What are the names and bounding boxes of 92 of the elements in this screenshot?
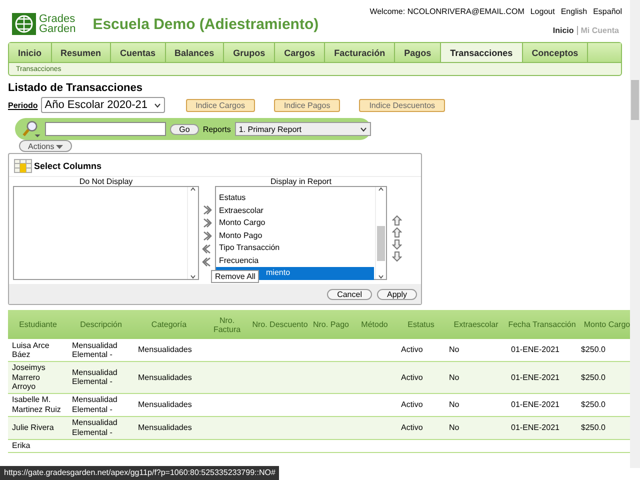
account-link[interactable]: Inicio — [550, 26, 578, 35]
table-cell: Isabelle M. Martinez Ruiz — [12, 395, 61, 414]
nav-tab[interactable]: Balances — [166, 43, 224, 62]
nav-tab[interactable]: Conceptos — [522, 43, 588, 62]
table-icon — [14, 159, 32, 173]
go-button[interactable]: Go — [170, 124, 199, 134]
reorder-arrow-icon[interactable] — [392, 251, 402, 262]
table-cell: Activo — [401, 345, 423, 354]
tooltip: Remove All — [211, 270, 260, 283]
nav-tab[interactable]: Transacciones — [441, 43, 523, 62]
reports-label: Reports — [202, 124, 231, 134]
table-cell: Mensualidad Elemental - — [72, 368, 118, 386]
logo-text: Grades — [39, 14, 76, 24]
index-button[interactable]: Indice Pagos — [274, 98, 340, 112]
scrollbar-thumb[interactable] — [377, 226, 385, 261]
search-field[interactable] — [45, 122, 166, 136]
scroll-down-icon[interactable] — [378, 275, 384, 279]
move-arrow-icon[interactable] — [202, 231, 212, 241]
actions-button[interactable]: Actions — [19, 140, 72, 152]
column-header[interactable]: Descripción — [80, 320, 122, 329]
table-cell: $250.0 — [581, 422, 606, 432]
table-cell: Mensualidad Elemental - — [72, 395, 118, 414]
status-url: https://gate.gradesgarden.net/apex/gg11p/f?p=1060:80:525335233799::NO# — [0, 466, 280, 480]
list-item[interactable]: Tipo Transacción — [216, 242, 374, 254]
column-header[interactable]: Estudiante — [19, 320, 57, 329]
globe-logo-icon — [11, 12, 37, 36]
caret-down-icon — [56, 144, 64, 148]
table-cell: Mensualidad Elemental - — [72, 340, 118, 359]
scroll-down-icon[interactable] — [190, 275, 196, 279]
column-heading: Do Not Display — [79, 177, 133, 186]
school-name: Escuela Demo (Adiestramiento) — [92, 16, 319, 33]
apply-button[interactable]: Apply — [376, 289, 417, 300]
index-button[interactable]: Indice Cargos — [186, 98, 255, 112]
table-cell: Mensualidades — [138, 345, 192, 354]
page-title: Listado de Transacciones — [8, 82, 144, 94]
table-cell: 01-ENE-2021 — [511, 400, 560, 409]
reorder-arrow-icon[interactable] — [392, 215, 402, 226]
column-header[interactable]: Categoría — [151, 320, 187, 329]
index-button[interactable]: Indice Descuentos — [359, 98, 446, 112]
table-cell: Luisa Arce Báez — [12, 340, 50, 359]
periodo-select[interactable]: Año Escolar 2020-21 — [40, 97, 165, 113]
move-arrow-icon[interactable] — [202, 244, 212, 254]
scrollbar-thumb[interactable] — [631, 80, 639, 120]
periodo-link[interactable]: Periodo — [8, 100, 38, 110]
table-cell: Activo — [401, 372, 423, 382]
table-cell: Mensualidad Elemental - — [72, 418, 118, 436]
reorder-arrow-icon[interactable] — [392, 227, 402, 238]
chevron-down-icon — [154, 103, 161, 108]
table-cell: Julie Rivera — [12, 422, 54, 432]
scrollbar[interactable] — [630, 0, 640, 468]
table-cell: $250.0 — [581, 372, 606, 382]
table-cell: $250.0 — [581, 345, 606, 354]
table-cell: Erika — [12, 440, 30, 450]
table-cell: Activo — [401, 400, 423, 409]
list-item[interactable]: Frecuencia — [216, 254, 374, 267]
table-cell: $250.0 — [581, 400, 606, 409]
table-cell: 01-ENE-2021 — [511, 345, 560, 354]
column-heading: Display in Report — [270, 177, 332, 186]
column-header[interactable]: Método — [361, 320, 388, 329]
scroll-up-icon[interactable] — [190, 187, 196, 191]
logo-text: Garden — [39, 24, 76, 34]
header-link[interactable]: English — [560, 7, 588, 16]
table-cell: No — [449, 345, 460, 354]
nav-tab[interactable]: Resumen — [52, 43, 112, 62]
table-cell: Joseimys Marrero Arroyo — [12, 363, 46, 391]
list-item[interactable]: Extraescolar — [216, 204, 374, 217]
move-arrow-icon[interactable] — [202, 257, 212, 267]
table-cell: Activo — [401, 422, 423, 432]
search-icon[interactable] — [21, 119, 42, 139]
scroll-up-icon[interactable] — [378, 187, 384, 191]
reorder-arrow-icon[interactable] — [392, 239, 402, 250]
table-cell: Mensualidades — [138, 372, 192, 382]
column-header[interactable]: Estatus — [408, 320, 434, 329]
report-select[interactable]: 1. Primary Report — [234, 122, 371, 136]
table-cell: 01-ENE-2021 — [511, 422, 560, 432]
table-cell: No — [449, 422, 460, 432]
header-link[interactable]: Logout — [530, 7, 555, 16]
list-item[interactable]: Monto Cargo — [216, 217, 374, 230]
cancel-button[interactable]: Cancel — [327, 289, 372, 300]
list-item[interactable]: Monto Pago — [216, 230, 374, 242]
panel-title: Select Columns — [34, 161, 102, 171]
move-arrow-icon[interactable] — [202, 205, 212, 215]
table-cell: Mensualidades — [138, 400, 192, 409]
move-arrow-icon[interactable] — [202, 218, 212, 228]
table-cell: No — [449, 400, 460, 409]
chevron-down-icon — [360, 126, 367, 132]
table-cell: No — [449, 372, 460, 382]
header-link[interactable]: Español — [593, 7, 622, 16]
welcome-text: Welcome: NCOLONRIVERA@EMAIL.COM — [370, 7, 524, 16]
table-cell: Mensualidades — [138, 422, 192, 432]
table-cell: 01-ENE-2021 — [511, 372, 560, 382]
list-item[interactable]: Estatus — [216, 192, 374, 204]
